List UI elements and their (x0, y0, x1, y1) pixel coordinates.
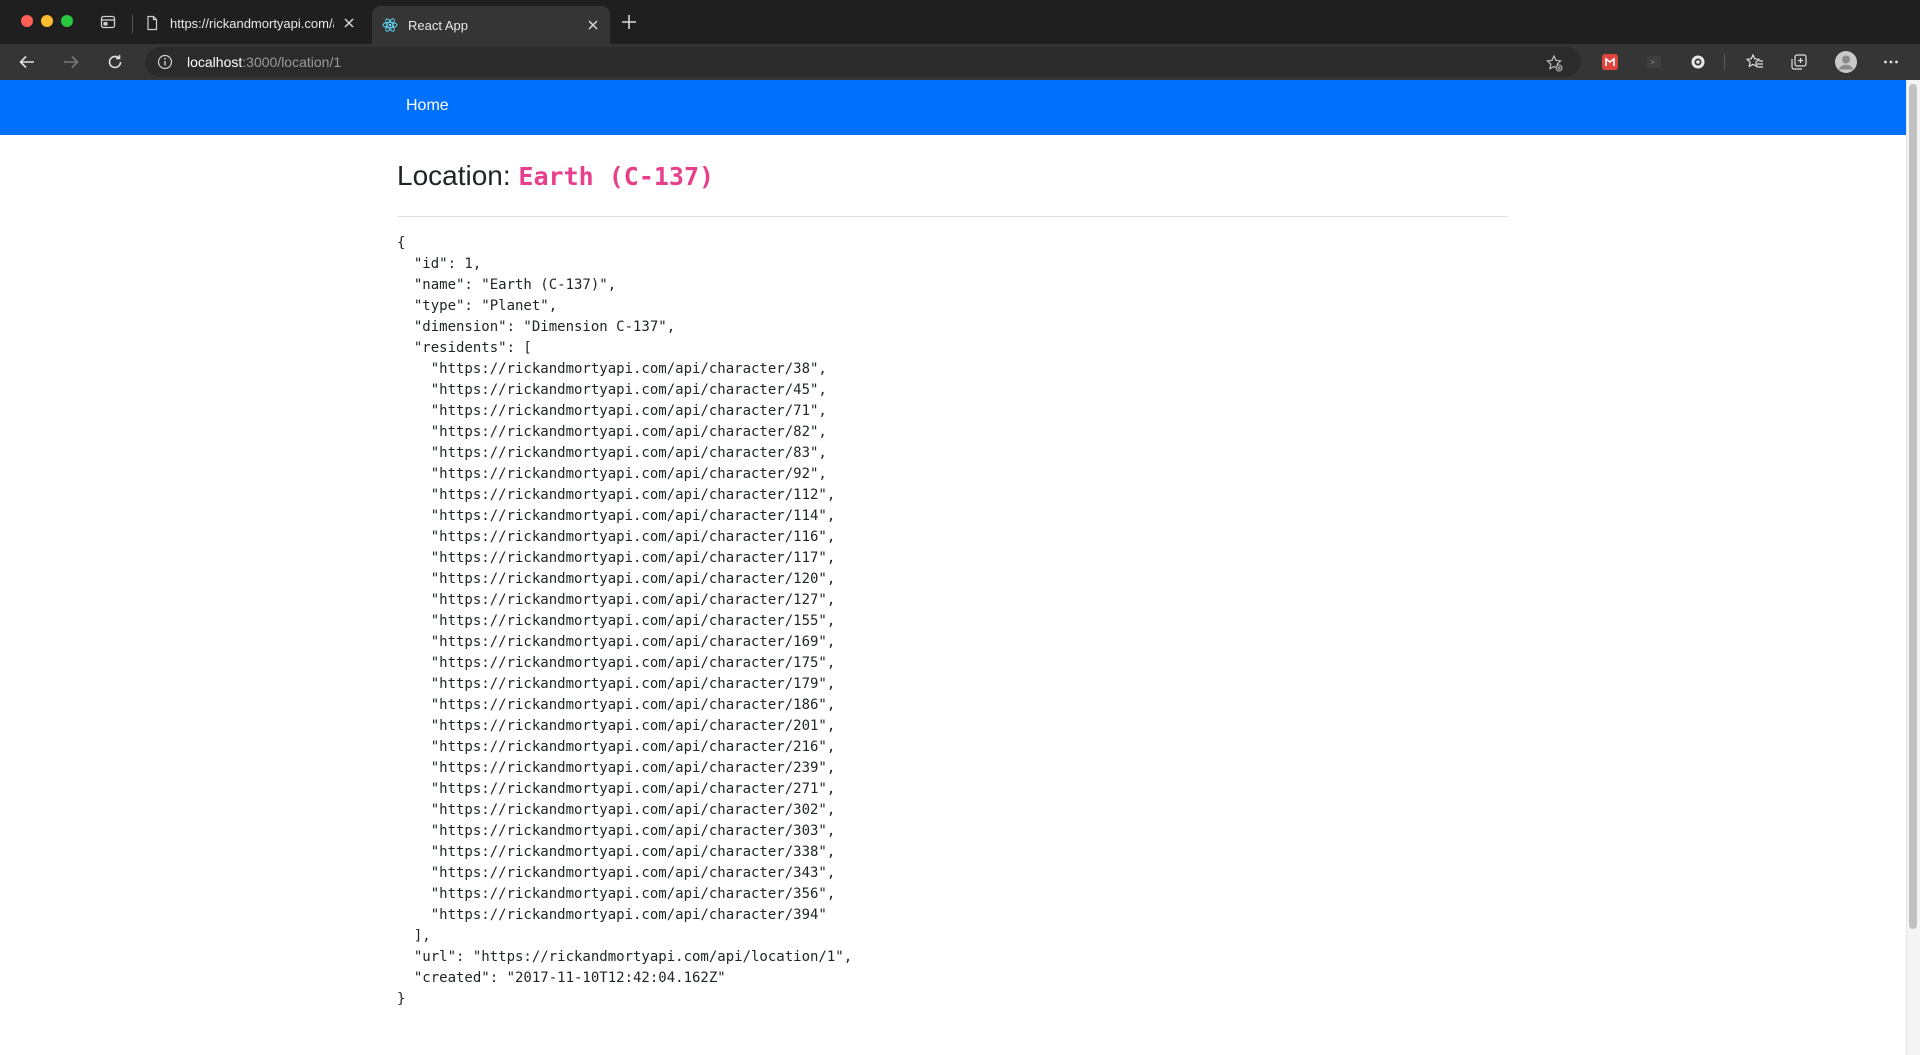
json-line: "residents": [ (397, 340, 532, 356)
json-line: "https://rickandmortyapi.com/api/charact… (397, 382, 827, 398)
json-line: "https://rickandmortyapi.com/api/charact… (397, 802, 836, 818)
json-line: "https://rickandmortyapi.com/api/charact… (397, 592, 836, 608)
url-host: localhost (187, 54, 243, 70)
add-favorite-icon[interactable] (1545, 54, 1563, 72)
extension-icon[interactable] (1645, 53, 1663, 71)
json-line: ], (397, 928, 431, 944)
close-window-button[interactable] (21, 15, 33, 27)
location-name: Earth (C-137) (518, 162, 715, 191)
json-line: "https://rickandmortyapi.com/api/charact… (397, 739, 836, 755)
new-tab-icon[interactable] (620, 13, 638, 31)
info-icon[interactable] (157, 54, 173, 70)
json-line: "https://rickandmortyapi.com/api/charact… (397, 886, 836, 902)
close-icon[interactable] (342, 16, 356, 30)
back-arrow-icon[interactable] (18, 53, 36, 71)
json-line: "type": "Planet", (397, 298, 558, 314)
json-line: "https://rickandmortyapi.com/api/charact… (397, 634, 836, 650)
json-line: } (397, 991, 406, 1007)
tab-actions-icon[interactable] (100, 14, 116, 30)
url-path: :3000/location/1 (242, 54, 342, 70)
json-line: { (397, 235, 406, 251)
json-line: "https://rickandmortyapi.com/api/charact… (397, 550, 836, 566)
json-line: "dimension": "Dimension C-137", (397, 319, 676, 335)
json-line: "https://rickandmortyapi.com/api/charact… (397, 529, 836, 545)
divider (397, 216, 1508, 217)
document-icon (147, 15, 158, 31)
json-line: "https://rickandmortyapi.com/api/charact… (397, 907, 827, 923)
extension-icon[interactable] (1689, 53, 1707, 71)
json-line: "name": "Earth (C-137)", (397, 277, 617, 293)
collections-icon[interactable] (1790, 53, 1808, 71)
json-line: "id": 1, (397, 256, 482, 272)
json-output: { "id": 1, "name": "Earth (C-137)", "typ… (397, 233, 852, 1010)
json-line: "https://rickandmortyapi.com/api/charact… (397, 676, 836, 692)
forward-arrow-icon[interactable] (62, 53, 80, 71)
browser-titlebar: https://rickandmortyapi.com/api/location… (0, 0, 1920, 44)
page-title-prefix: Location: (397, 160, 511, 191)
json-line: "https://rickandmortyapi.com/api/charact… (397, 445, 827, 461)
tab-title: https://rickandmortyapi.com/api/location… (170, 15, 334, 31)
page-title: Location: Earth (C-137) (397, 160, 714, 192)
json-line: "url": "https://rickandmortyapi.com/api/… (397, 949, 853, 965)
more-options-icon[interactable] (1882, 53, 1900, 71)
json-line: "https://rickandmortyapi.com/api/charact… (397, 781, 836, 797)
react-icon (382, 18, 398, 32)
json-line: "https://rickandmortyapi.com/api/charact… (397, 508, 836, 524)
json-line: "https://rickandmortyapi.com/api/charact… (397, 466, 827, 482)
json-line: "https://rickandmortyapi.com/api/charact… (397, 697, 836, 713)
json-line: "https://rickandmortyapi.com/api/charact… (397, 403, 827, 419)
minimize-window-button[interactable] (41, 15, 53, 27)
tab-react-app[interactable]: React App (372, 6, 610, 44)
json-line: "https://rickandmortyapi.com/api/charact… (397, 571, 836, 587)
scrollbar-thumb[interactable] (1909, 84, 1917, 929)
toolbar-divider (1724, 54, 1725, 70)
json-line: "https://rickandmortyapi.com/api/charact… (397, 865, 836, 881)
json-line: "https://rickandmortyapi.com/api/charact… (397, 760, 836, 776)
url-text[interactable]: localhost:3000/location/1 (187, 54, 341, 70)
zoom-window-button[interactable] (61, 15, 73, 27)
tab-title: React App (408, 17, 468, 33)
page-viewport: Home Location: Earth (C-137) { "id": 1, … (0, 80, 1920, 1055)
browser-toolbar: localhost:3000/location/1 (0, 44, 1920, 80)
json-line: "https://rickandmortyapi.com/api/charact… (397, 613, 836, 629)
avatar[interactable] (1834, 50, 1858, 74)
json-line: "https://rickandmortyapi.com/api/charact… (397, 823, 836, 839)
json-line: "https://rickandmortyapi.com/api/charact… (397, 655, 836, 671)
nav-home-link[interactable]: Home (406, 97, 449, 115)
json-line: "https://rickandmortyapi.com/api/charact… (397, 424, 827, 440)
app-navbar: Home (0, 80, 1906, 135)
favorites-icon[interactable] (1746, 53, 1764, 71)
extension-icon[interactable] (1601, 53, 1619, 71)
json-line: "https://rickandmortyapi.com/api/charact… (397, 718, 836, 734)
json-line: "https://rickandmortyapi.com/api/charact… (397, 361, 827, 377)
json-line: "https://rickandmortyapi.com/api/charact… (397, 844, 836, 860)
reload-icon[interactable] (106, 53, 124, 71)
address-bar[interactable]: localhost:3000/location/1 (145, 47, 1581, 77)
tab-rickandmortyapi[interactable]: https://rickandmortyapi.com/api/location… (134, 6, 366, 40)
json-line: "created": "2017-11-10T12:42:04.162Z" (397, 970, 726, 986)
close-icon[interactable] (586, 18, 600, 32)
tab-separator (132, 15, 133, 33)
scrollbar[interactable] (1906, 80, 1920, 1055)
json-line: "https://rickandmortyapi.com/api/charact… (397, 487, 836, 503)
